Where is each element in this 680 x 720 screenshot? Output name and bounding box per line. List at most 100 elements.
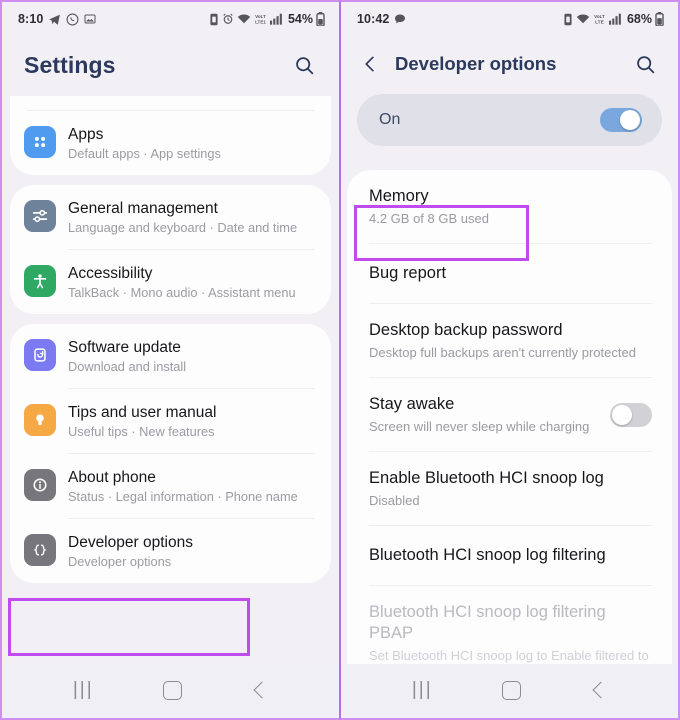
settings-item-title: General management: [68, 200, 218, 217]
left-phone-screenshot: 8:10 VoLT LTE1 54% Settings Apps Default…: [0, 0, 340, 720]
developer-options-list[interactable]: On Memory 4.2 GB of 8 GB used Bug report…: [343, 94, 676, 664]
volte-icon: VoLT LTE: [593, 13, 606, 26]
developer-item-title: Stay awake: [369, 395, 455, 413]
svg-text:VoLT: VoLT: [255, 14, 266, 19]
alarm-icon: [222, 13, 234, 25]
settings-item-subtitle: Status · Legal information · Phone name: [68, 489, 298, 504]
settings-item-title: Accessibility: [68, 265, 153, 282]
settings-header: Settings: [4, 34, 337, 96]
screenshot-stage: 8:10 VoLT LTE1 54% Settings Apps Default…: [0, 0, 680, 720]
settings-item-subtitle: Language and keyboard · Date and time: [68, 220, 298, 235]
info-circle-icon: [24, 469, 56, 501]
developer-item-desktop-backup-password[interactable]: Desktop backup password Desktop full bac…: [347, 304, 672, 377]
status-bar-right-cluster: VoLT LTE1 54%: [209, 12, 325, 26]
volte-icon: VoLT LTE1: [254, 13, 267, 26]
status-bar-left-cluster: 8:10: [18, 12, 96, 26]
settings-item-accessibility[interactable]: Accessibility TalkBack · Mono audio · As…: [10, 250, 331, 314]
developer-item-title: Enable Bluetooth HCI snoop log: [369, 469, 604, 487]
developer-item-subtitle: Set Bluetooth HCI snoop log to Enable fi…: [369, 648, 649, 663]
settings-item-title: About phone: [68, 469, 156, 486]
settings-item-subtitle: TalkBack · Mono audio · Assistant menu: [68, 285, 296, 300]
settings-item-software-update[interactable]: Software update Download and install: [10, 324, 331, 388]
developer-item-title: Bluetooth HCI snoop log filtering: [369, 546, 606, 564]
nfc-icon: [209, 13, 219, 26]
signal-icon: [608, 13, 622, 25]
right-status-bar: 10:42 VoLT LTE 68%: [343, 4, 676, 34]
battery-icon: [316, 12, 325, 26]
settings-group-1: Apps Default apps · App settings: [10, 96, 331, 175]
svg-text:LTE1: LTE1: [255, 19, 266, 24]
battery-icon: [655, 12, 664, 26]
toggle-knob: [620, 110, 640, 130]
status-bar-left-cluster: 10:42: [357, 12, 406, 26]
settings-item-title: Developer options: [68, 534, 193, 551]
developer-item-subtitle: Disabled: [369, 493, 420, 508]
developer-item-subtitle: Desktop full backups aren't currently pr…: [369, 345, 636, 360]
status-bar-clock: 10:42: [357, 12, 390, 26]
svg-text:VoLT: VoLT: [594, 14, 605, 19]
master-switch-label: On: [379, 111, 401, 128]
back-icon[interactable]: [591, 681, 610, 699]
apps-grid-icon: [24, 126, 56, 158]
settings-item-developer-options[interactable]: Developer options Developer options: [10, 519, 331, 583]
page-title: Settings: [24, 51, 116, 78]
settings-item-tips-and-user-manual[interactable]: Tips and user manual Useful tips · New f…: [10, 389, 331, 453]
home-icon[interactable]: [163, 680, 183, 700]
recents-icon[interactable]: |||: [412, 679, 433, 701]
messaging-icon: [394, 13, 406, 25]
right-navigation-bar: |||: [343, 664, 676, 716]
battery-percent-label: 54%: [287, 12, 313, 26]
gallery-icon: [84, 13, 96, 25]
settings-item-subtitle: Useful tips · New features: [68, 424, 215, 439]
developer-item-title: Bug report: [369, 264, 447, 282]
settings-item-apps[interactable]: Apps Default apps · App settings: [10, 111, 331, 175]
status-bar-right-cluster: VoLT LTE 68%: [563, 12, 664, 26]
developer-options-header: Developer options: [343, 34, 676, 94]
settings-item-general-management[interactable]: General management Language and keyboard…: [10, 185, 331, 249]
stay-awake-toggle[interactable]: [610, 402, 652, 427]
accessibility-person-icon: [24, 265, 56, 297]
left-navigation-bar: |||: [4, 664, 337, 716]
settings-item-title: Tips and user manual: [68, 404, 217, 421]
settings-item-title: Software update: [68, 339, 181, 356]
right-phone-screenshot: 10:42 VoLT LTE 68% Developer options On …: [340, 0, 680, 720]
settings-item-about-phone[interactable]: About phone Status · Legal information ·…: [10, 454, 331, 518]
search-icon[interactable]: [632, 51, 658, 77]
right-phone-screen: 10:42 VoLT LTE 68% Developer options On …: [343, 4, 676, 716]
left-status-bar: 8:10 VoLT LTE1 54%: [4, 4, 337, 34]
developer-item-enable-bluetooth-hci-snoop-log[interactable]: Enable Bluetooth HCI snoop log Disabled: [347, 452, 672, 525]
developer-item-bluetooth-hci-snoop-log-filtering[interactable]: Bluetooth HCI snoop log filtering: [347, 526, 672, 585]
master-switch-toggle[interactable]: [600, 108, 642, 132]
settings-item-subtitle: Developer options: [68, 554, 172, 569]
back-chevron-icon[interactable]: [357, 51, 383, 77]
wifi-icon: [576, 13, 590, 25]
developer-item-subtitle: Screen will never sleep while charging: [369, 419, 590, 434]
partial-scrolled-row: [10, 96, 331, 110]
search-icon[interactable]: [291, 52, 317, 78]
settings-item-title: Apps: [68, 126, 104, 143]
developer-item-title: Bluetooth HCI snoop log filtering PBAP: [369, 603, 606, 642]
back-icon[interactable]: [252, 681, 271, 699]
developer-options-master-switch-row[interactable]: On: [357, 94, 662, 146]
settings-group-2: General management Language and keyboard…: [10, 185, 331, 314]
page-title: Developer options: [395, 53, 557, 74]
status-bar-clock: 8:10: [18, 12, 44, 26]
sliders-icon: [24, 200, 56, 232]
recents-icon[interactable]: |||: [73, 679, 94, 701]
battery-percent-label: 68%: [626, 12, 652, 26]
toggle-knob: [612, 404, 632, 425]
settings-list[interactable]: Apps Default apps · App settings General…: [4, 96, 337, 664]
settings-item-subtitle: Download and install: [68, 359, 187, 374]
signal-icon: [269, 13, 283, 25]
developer-options-card: Memory 4.2 GB of 8 GB used Bug report De…: [347, 170, 672, 664]
developer-item-bluetooth-hci-snoop-log-filtering-pbap: Bluetooth HCI snoop log filtering PBAP S…: [347, 586, 672, 664]
developer-braces-icon: [24, 534, 56, 566]
developer-item-stay-awake[interactable]: Stay awake Screen will never sleep while…: [347, 378, 672, 451]
home-icon[interactable]: [502, 680, 522, 700]
developer-item-bug-report[interactable]: Bug report: [347, 244, 672, 303]
developer-item-memory[interactable]: Memory 4.2 GB of 8 GB used: [347, 170, 672, 243]
svg-text:LTE: LTE: [595, 19, 605, 25]
settings-group-3: Software update Download and install Tip…: [10, 324, 331, 583]
developer-item-title: Desktop backup password: [369, 321, 563, 339]
nfc-icon: [563, 13, 573, 26]
